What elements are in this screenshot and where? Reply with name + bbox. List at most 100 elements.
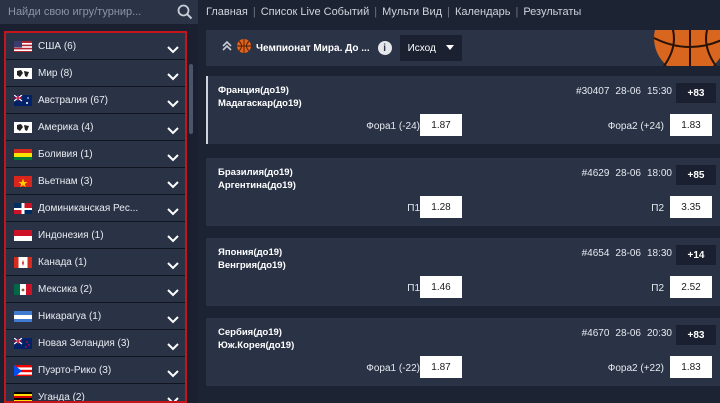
country-item[interactable]: Пуэрто-Рико (3) [6,357,185,384]
flag-bo-icon [14,148,32,160]
odd-label-left: П1 [407,203,420,214]
chevron-down-icon[interactable] [167,68,179,81]
odds-row: П1 1.28 П2 3.35 [206,192,720,226]
country-name: Мир (8) [38,67,73,79]
collapse-icon[interactable] [222,39,232,57]
flag-ni-icon [14,310,32,322]
country-item[interactable]: Америка (4) [6,114,185,141]
basketball-decoration-icon [642,30,720,66]
odd-button-right[interactable]: 3.35 [670,196,712,218]
nav-separator: | [447,6,450,18]
caret-down-icon [445,43,454,54]
odd-button-left[interactable]: 1.46 [420,276,462,298]
chevron-down-icon[interactable] [167,122,179,135]
chevron-down-icon[interactable] [167,311,179,324]
country-item[interactable]: Новая Зеландия (3) [6,330,185,357]
chevron-down-icon[interactable] [167,338,179,351]
match-card: Япония(до19) Венгрия(до19) #4654 28-06 18:30… [206,238,720,306]
more-markets-button[interactable]: +83 [676,325,716,345]
more-markets-button[interactable]: +14 [676,245,716,265]
odd-button-left[interactable]: 1.28 [420,196,462,218]
match-info-row: Сербия(до19) Юж.Корея(до19) #4670 28-06 20:3… [206,318,720,352]
nav-link[interactable]: Календарь [455,6,511,18]
top-nav: Главная | Список Live Событий | Мульти Вид | К… [206,0,581,24]
country-name: Доминиканская Рес... [38,202,139,214]
country-item[interactable]: Мир (8) [6,60,185,87]
country-list: США (6) Мир (8) Австралия (67) Америка (4) Б… [4,31,187,403]
chevron-down-icon[interactable] [167,203,179,216]
search-input[interactable] [0,0,172,24]
nav-link[interactable]: Результаты [523,6,581,18]
chevron-down-icon[interactable] [167,284,179,297]
match-time: 15:30 [646,86,672,97]
country-item[interactable]: Доминиканская Рес... [6,195,185,222]
market-dropdown[interactable]: Исход [399,35,462,61]
country-item[interactable]: Никарагуа (1) [6,303,185,330]
team-2: Венгрия(до19) [218,260,286,271]
match-time: 18:00 [646,168,672,179]
chevron-down-icon[interactable] [167,95,179,108]
match-card: Сербия(до19) Юж.Корея(до19) #4670 28-06 20:3… [206,318,720,386]
country-name: Австралия (67) [38,94,108,106]
country-name: Вьетнам (3) [38,175,93,187]
odd-button-right[interactable]: 1.83 [670,114,712,136]
search-bar [0,0,198,24]
country-item[interactable]: США (6) [6,33,185,60]
match-info-row: Франция(до19) Мадагаскар(до19) #30407 28-06… [206,76,720,110]
country-name: Новая Зеландия (3) [38,337,130,349]
nav-link[interactable]: Мульти Вид [382,6,442,18]
country-item[interactable]: Вьетнам (3) [6,168,185,195]
tournament-title[interactable]: Чемпионат Мира. До ... [256,43,370,54]
country-item[interactable]: Мексика (2) [6,276,185,303]
match-teams[interactable]: Бразилия(до19) Аргентина(до19) [218,166,296,192]
country-item[interactable]: Австралия (67) [6,87,185,114]
odd-label-right: Фора2 (+24) [607,121,664,132]
country-item[interactable]: Уганда (2) [6,384,185,401]
chevron-down-icon[interactable] [167,257,179,270]
country-item[interactable]: Канада (1) [6,249,185,276]
chevron-down-icon[interactable] [167,176,179,189]
match-meta: #4654 28-06 18:30 [576,248,672,259]
app-root: США (6) Мир (8) Австралия (67) Америка (4) Б… [0,0,720,403]
country-name: Индонезия (1) [38,229,104,241]
chevron-down-icon[interactable] [167,41,179,54]
odd-button-left[interactable]: 1.87 [420,114,462,136]
chevron-down-icon[interactable] [167,149,179,162]
match-id: #4629 [581,168,610,179]
match-meta: #4670 28-06 20:30 [576,328,672,339]
flag-au-icon [14,94,32,106]
more-markets-button[interactable]: +83 [676,83,716,103]
match-date: 28-06 [615,86,641,97]
more-markets-button[interactable]: +85 [676,165,716,185]
country-name: Пуэрто-Рико (3) [38,364,112,376]
odd-button-right[interactable]: 2.52 [670,276,712,298]
chevron-down-icon[interactable] [167,392,179,401]
info-icon[interactable]: i [377,41,392,55]
country-name: Боливия (1) [38,148,93,160]
odds-row: Фора1 (-24) 1.87 Фора2 (+24) 1.83 [206,110,720,144]
match-teams[interactable]: Япония(до19) Венгрия(до19) [218,246,286,272]
chevron-down-icon[interactable] [167,365,179,378]
match-id: #4654 [581,248,610,259]
country-item[interactable]: Боливия (1) [6,141,185,168]
odd-button-left[interactable]: 1.87 [420,356,462,378]
nav-separator: | [374,6,378,18]
match-date: 28-06 [615,248,641,259]
scrollbar[interactable] [189,64,193,134]
nav-link[interactable]: Список Live Событий [261,6,370,18]
match-teams[interactable]: Сербия(до19) Юж.Корея(до19) [218,326,294,352]
match-teams[interactable]: Франция(до19) Мадагаскар(до19) [218,84,302,110]
country-name: США (6) [38,40,77,52]
main-content: Чемпионат Мира. До ... i Исход Франция(д… [206,30,720,403]
flag-world-icon [14,121,32,133]
match-card: Франция(до19) Мадагаскар(до19) #30407 28-06… [206,76,720,144]
tournament-header: Чемпионат Мира. До ... i Исход [206,30,720,66]
team-2: Аргентина(до19) [218,180,296,191]
country-name: Мексика (2) [38,283,93,295]
chevron-down-icon[interactable] [167,230,179,243]
country-item[interactable]: Индонезия (1) [6,222,185,249]
nav-link[interactable]: Главная [206,6,248,18]
odd-label-left: Фора1 (-24) [366,121,420,132]
search-icon[interactable] [172,0,198,24]
odd-button-right[interactable]: 1.83 [670,356,712,378]
